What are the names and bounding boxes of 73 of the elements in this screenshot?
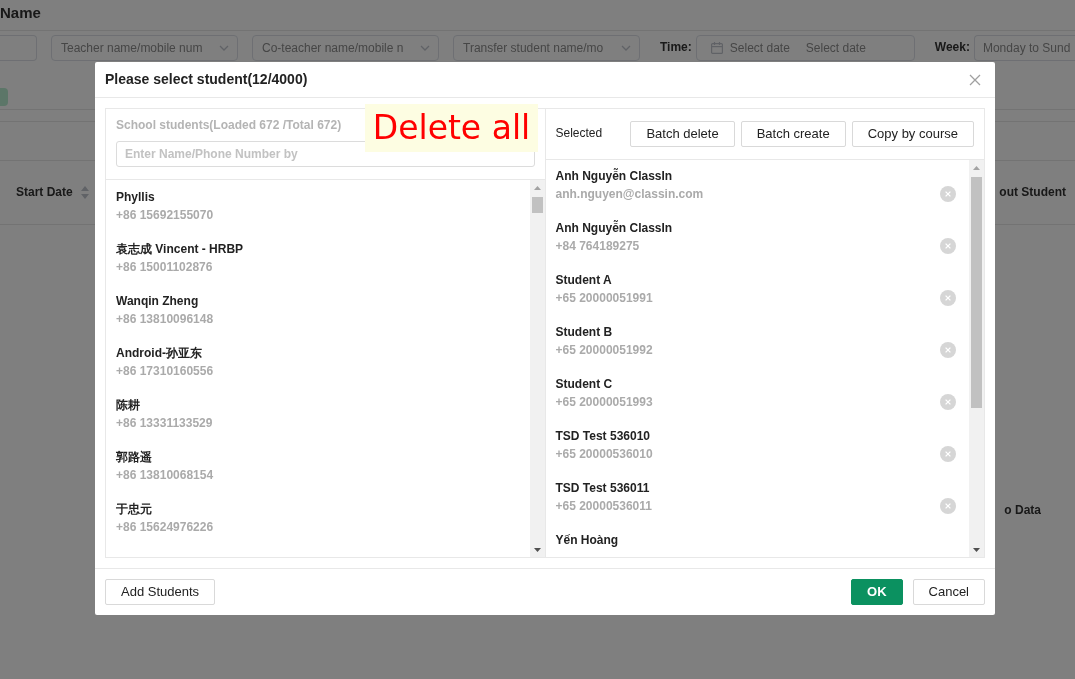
add-students-button[interactable]: Add Students — [105, 579, 216, 605]
student-phone: +86 13331133529 — [116, 415, 213, 432]
confirm-button[interactable]: OK — [851, 579, 903, 605]
chevron-down-icon — [219, 45, 229, 51]
student-contact: +65 20000536010 — [555, 446, 653, 463]
student-name[interactable]: Android-孙亚东 — [116, 344, 202, 362]
scrollbar-thumb[interactable] — [971, 177, 982, 408]
student-name[interactable]: 于忠元 — [116, 500, 152, 518]
student-name: Anh Nguyễn ClassIn — [555, 219, 673, 237]
column-header: out Student — [999, 184, 1066, 201]
scrollbar-thumb[interactable] — [531, 197, 543, 213]
student-name[interactable]: 陈耕 — [116, 396, 140, 414]
tag-icon[interactable] — [0, 88, 8, 106]
scroll-down-icon[interactable] — [533, 547, 541, 552]
filter-label: Week: — [934, 40, 970, 56]
date-range-field[interactable]: Select date Select date — [695, 35, 915, 61]
student-name: Anh Nguyễn ClassIn — [555, 167, 673, 185]
student-name[interactable]: Wanqin Zheng — [116, 292, 199, 310]
text-field[interactable]: Monday to Sund — [973, 35, 1075, 61]
student-phone: +86 15692155070 — [116, 207, 214, 224]
calendar-icon — [710, 42, 723, 54]
student-contact: +65 20000536011 — [555, 498, 652, 515]
remove-icon[interactable] — [940, 446, 956, 462]
select-field[interactable]: Teacher name/mobile num — [51, 35, 238, 61]
select-field[interactable]: Transfer student name/mo — [453, 35, 640, 61]
student-name: Student B — [555, 324, 613, 341]
student-contact: +65 20000051993 — [555, 394, 653, 411]
remove-icon[interactable] — [940, 186, 956, 202]
dialog-title: Please select student(12/4000) — [105, 70, 308, 89]
toolbar-button[interactable]: Batch create — [740, 121, 846, 147]
student-phone: +86 15001102876 — [116, 259, 213, 276]
date-input[interactable]: Select date — [729, 36, 806, 60]
student-name: Yến Hoàng — [555, 532, 619, 549]
remove-icon[interactable] — [940, 342, 956, 358]
student-name[interactable]: Phyllis — [116, 188, 155, 206]
date-input[interactable]: Select date — [805, 36, 882, 60]
student-name: TSD Test 536010 — [555, 428, 650, 445]
student-phone: +86 13810068154 — [116, 467, 214, 484]
scroll-up-icon[interactable] — [973, 165, 980, 170]
scrollbar[interactable] — [969, 160, 984, 557]
student-phone: +86 13810096148 — [116, 311, 214, 328]
panel-heading: Selected — [555, 126, 603, 142]
student-contact: +65 20000051991 — [555, 290, 653, 307]
remove-icon[interactable] — [940, 238, 956, 254]
scrollbar[interactable] — [529, 180, 545, 557]
scroll-up-icon[interactable] — [533, 185, 541, 190]
remove-icon[interactable] — [940, 290, 956, 306]
empty-state-text: o Data — [1004, 503, 1041, 517]
sort-icon[interactable] — [80, 186, 89, 199]
page-title: Name — [0, 4, 41, 22]
panel-heading: School students(Loaded 672 /Total 672) — [116, 118, 342, 132]
toolbar-button[interactable]: Copy by course — [851, 121, 974, 147]
student-name: Student C — [555, 376, 613, 393]
column-header: Start Date — [16, 184, 73, 201]
chevron-down-icon — [420, 45, 430, 51]
annotation-note: Delete all — [365, 104, 538, 152]
toolbar-button[interactable]: Batch delete — [630, 121, 735, 147]
student-contact: +65 20000051992 — [555, 342, 653, 359]
remove-icon[interactable] — [940, 498, 956, 514]
student-name[interactable]: 袁志成 Vincent - HRBP — [116, 240, 244, 258]
student-name: TSD Test 536011 — [555, 480, 650, 497]
close-icon[interactable] — [969, 73, 981, 86]
remove-icon[interactable] — [940, 394, 956, 410]
scroll-down-icon[interactable] — [973, 547, 980, 552]
chevron-down-icon — [621, 45, 631, 51]
student-contact: anh.nguyen@classin.com — [555, 186, 704, 203]
cancel-button[interactable]: Cancel — [912, 579, 985, 605]
filter-label: Time: — [660, 40, 692, 56]
student-contact: +84 764189275 — [555, 238, 640, 255]
student-name[interactable]: 郭路遥 — [116, 448, 152, 466]
student-phone: +86 15624976226 — [116, 519, 214, 536]
student-name: Student A — [555, 272, 612, 289]
student-phone: +86 17310160556 — [116, 363, 214, 380]
